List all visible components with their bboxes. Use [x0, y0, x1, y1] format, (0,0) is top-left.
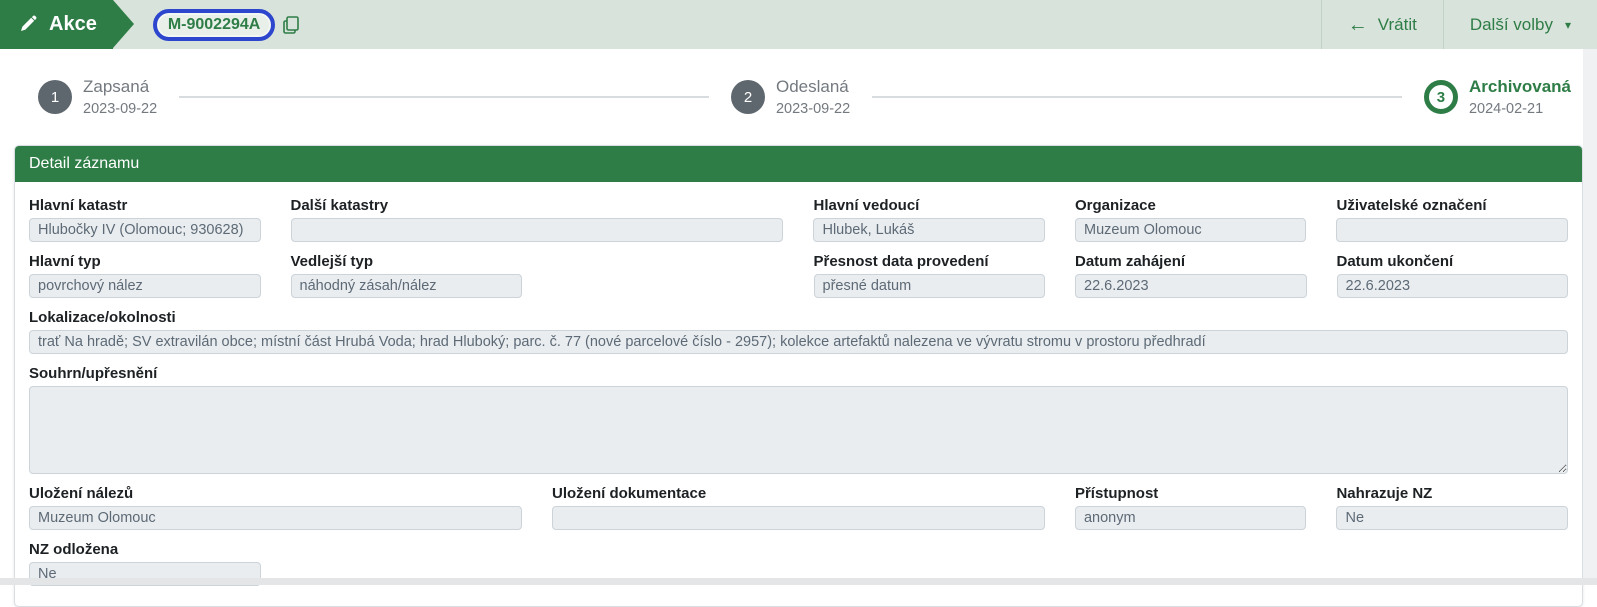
- field-label-hlavni-typ: Hlavní typ: [29, 253, 261, 270]
- field-input-lokalizace: [29, 330, 1568, 354]
- panel-body: Hlavní katastr Další katastry Hlavní ved…: [15, 182, 1582, 606]
- step-connector: [872, 96, 1402, 98]
- step-zapsana: 1 Zapsaná 2023-09-22: [38, 76, 157, 117]
- field-input-datum-zahajeni: [1075, 274, 1307, 298]
- step-1-date: 2023-09-22: [83, 100, 157, 118]
- field-label-organizace: Organizace: [1075, 197, 1307, 214]
- module-tag-label: Akce: [49, 13, 97, 36]
- field-label-uzivatelske-oznaceni: Uživatelské označení: [1336, 197, 1568, 214]
- field-label-nahrazuje-nz: Nahrazuje NZ: [1336, 485, 1568, 502]
- field-input-ulozeni-nalezu: [29, 506, 522, 530]
- field-input-vedlejsi-typ: [291, 274, 523, 298]
- step-3-date: 2024-02-21: [1469, 100, 1571, 118]
- record-detail-panel: Detail záznamu Hlavní katastr Další kata…: [14, 145, 1583, 607]
- field-input-presnost: [814, 274, 1046, 298]
- field-input-datum-ukonceni: [1337, 274, 1569, 298]
- more-options-label: Další volby: [1470, 15, 1553, 35]
- field-label-vedlejsi-typ: Vedlejší typ: [291, 253, 523, 270]
- field-input-uzivatelske-oznaceni: [1336, 218, 1568, 242]
- field-label-datum-ukonceni: Datum ukončení: [1337, 253, 1569, 270]
- back-button[interactable]: ← Vrátit: [1321, 0, 1443, 49]
- field-label-hlavni-vedouci: Hlavní vedoucí: [813, 197, 1045, 214]
- field-label-lokalizace: Lokalizace/okolnosti: [29, 309, 1568, 326]
- record-id-group: M-9002294A: [153, 0, 300, 49]
- step-3-circle: 3: [1424, 80, 1458, 114]
- pencil-icon: [18, 15, 37, 34]
- field-label-presnost: Přesnost data provedení: [814, 253, 1046, 270]
- field-input-dalsi-katastry: [291, 218, 784, 242]
- back-button-label: Vrátit: [1378, 15, 1417, 35]
- step-2-label: Odeslaná: [776, 76, 850, 97]
- step-2-date: 2023-09-22: [776, 100, 850, 118]
- workflow-stepper: 1 Zapsaná 2023-09-22 2 Odeslaná 2023-09-…: [0, 49, 1597, 145]
- record-id-badge[interactable]: M-9002294A: [153, 9, 276, 41]
- field-input-hlavni-katastr: [29, 218, 261, 242]
- field-label-pristupnost: Přístupnost: [1075, 485, 1307, 502]
- page-bottom-edge: [0, 578, 1597, 585]
- field-label-ulozeni-dokumentace: Uložení dokumentace: [552, 485, 1045, 502]
- step-1-circle: 1: [38, 80, 72, 114]
- field-input-hlavni-typ: [29, 274, 261, 298]
- field-input-hlavni-vedouci: [813, 218, 1045, 242]
- field-input-organizace: [1075, 218, 1307, 242]
- caret-down-icon: ▾: [1565, 18, 1571, 32]
- step-3-label: Archivovaná: [1469, 76, 1571, 97]
- field-textarea-souhrn[interactable]: [29, 386, 1568, 474]
- header-actions: ← Vrátit Další volby ▾: [1321, 0, 1597, 49]
- field-input-pristupnost: [1075, 506, 1307, 530]
- field-label-dalsi-katastry: Další katastry: [291, 197, 784, 214]
- module-tag-akce: Akce: [0, 0, 113, 49]
- step-odeslana: 2 Odeslaná 2023-09-22: [731, 76, 850, 117]
- left-arrow-icon: ←: [1348, 15, 1368, 35]
- field-label-nz-odlozena: NZ odložena: [29, 541, 261, 558]
- field-label-souhrn: Souhrn/upřesnění: [29, 365, 1568, 382]
- panel-title: Detail záznamu: [15, 146, 1582, 182]
- top-header-bar: Akce M-9002294A ← Vrátit Další volby ▾: [0, 0, 1597, 49]
- step-1-label: Zapsaná: [83, 76, 157, 97]
- step-2-circle: 2: [731, 80, 765, 114]
- field-label-ulozeni-nalezu: Uložení nálezů: [29, 485, 522, 502]
- step-connector: [179, 96, 709, 98]
- step-archivovana: 3 Archivovaná 2024-02-21: [1424, 76, 1571, 117]
- field-label-datum-zahajeni: Datum zahájení: [1075, 253, 1307, 270]
- field-input-ulozeni-dokumentace: [552, 506, 1045, 530]
- more-options-dropdown[interactable]: Další volby ▾: [1443, 0, 1597, 49]
- field-input-nahrazuje-nz: [1336, 506, 1568, 530]
- field-label-hlavni-katastr: Hlavní katastr: [29, 197, 261, 214]
- copy-icon[interactable]: [283, 16, 299, 34]
- vertical-scrollbar-track[interactable]: [1583, 49, 1597, 578]
